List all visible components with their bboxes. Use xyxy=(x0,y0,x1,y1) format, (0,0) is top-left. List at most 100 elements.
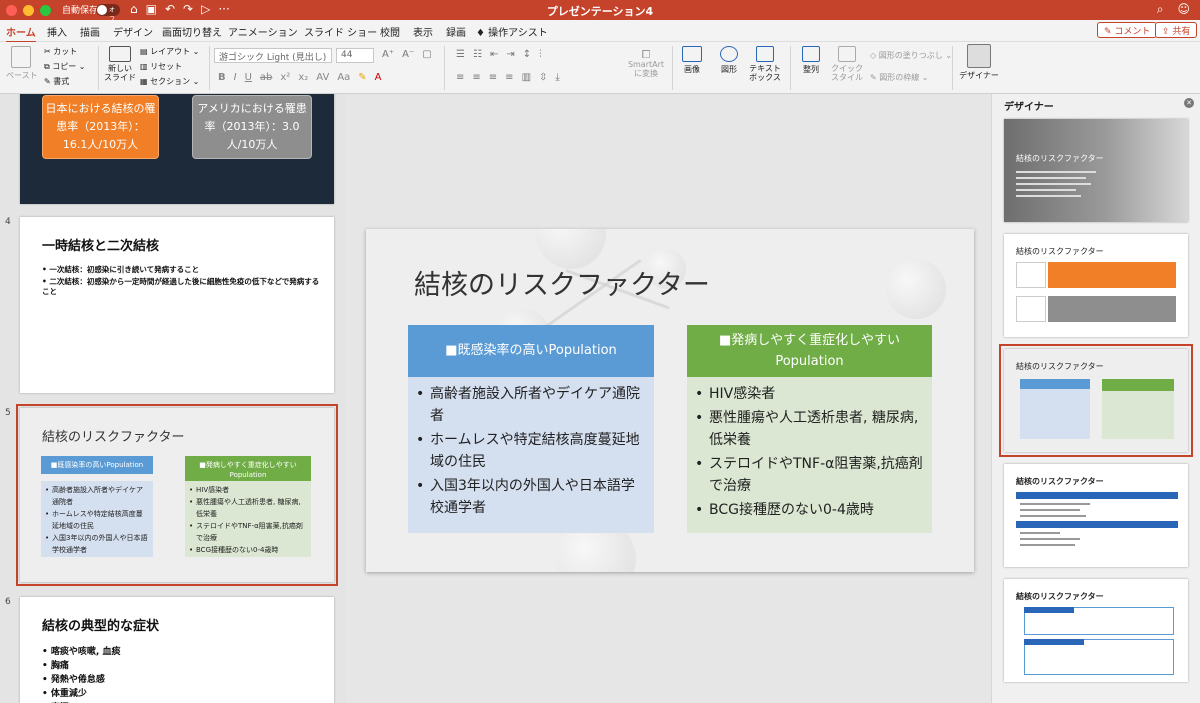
design-option-4[interactable]: 結核のリスクファクター xyxy=(1004,464,1188,567)
slide-bullet: • 胸痛 xyxy=(42,661,69,671)
left-item: ホームレスや特定結核高度蔓延地域の住民 xyxy=(416,429,646,473)
font-name-dropdown[interactable]: 游ゴシック Light (見出し) xyxy=(214,48,332,63)
tab-review[interactable]: 校閲 xyxy=(380,24,400,39)
design-card-title: 結核のリスクファクター xyxy=(1016,477,1104,486)
shape-button[interactable]: 図形 xyxy=(712,46,746,75)
designer-pane[interactable]: デザイナー ✕ 結核のリスクファクター 結核のリスクファクター 結核のリスクファ… xyxy=(991,94,1200,703)
designer-icon xyxy=(967,44,991,68)
right-item: ステロイドやTNF-α阻害薬,抗癌剤で治療 xyxy=(695,453,924,497)
design-card-title: 結核のリスクファクター xyxy=(1016,362,1104,371)
pen-icon: ✎ xyxy=(870,73,880,82)
start-slideshow-icon[interactable]: ▷ xyxy=(201,2,210,16)
left-item: 高齢者施設入所者やデイケア通院者 xyxy=(416,383,646,427)
picture-icon xyxy=(682,46,702,62)
left-column-body[interactable]: 高齢者施設入所者やデイケア通院者 ホームレスや特定結核高度蔓延地域の住民 入国3… xyxy=(408,377,654,533)
section-button[interactable]: ▦ セクション ⌄ xyxy=(140,76,199,87)
designer-title: デザイナー xyxy=(1004,102,1054,113)
new-slide-button[interactable]: 新しい スライド xyxy=(104,46,136,82)
slide-thumbnail-4[interactable]: 一時結核と二次結核 • 一次結核：初感染に引き続いて発病すること • 二次結核：… xyxy=(20,217,334,393)
picture-button[interactable]: 画像 xyxy=(678,46,706,75)
tab-slideshow[interactable]: スライド ショー xyxy=(304,24,377,39)
designer-button[interactable]: デザイナー xyxy=(958,44,1000,81)
slide-title: 一時結核と二次結核 xyxy=(42,239,160,254)
left-item: 入国3年以内の外国人や日本語学校通学者 xyxy=(416,475,646,519)
brush-icon: ✎ xyxy=(44,77,54,86)
tab-record[interactable]: 録画 xyxy=(446,24,466,39)
tab-insert[interactable]: 挿入 xyxy=(47,24,67,39)
save-icon[interactable]: ▣ xyxy=(146,2,157,16)
slide-number: 4 xyxy=(5,217,11,227)
quick-style-button[interactable]: クイック スタイル xyxy=(830,46,864,82)
font-size-controls[interactable]: A⁺ A⁻ ▢ xyxy=(382,49,432,60)
paint-bucket-icon: ◇ xyxy=(870,51,879,60)
design-option-1[interactable]: 結核のリスクファクター xyxy=(1004,119,1188,222)
copy-button[interactable]: ⧉ コピー ⌄ xyxy=(44,61,86,72)
slide-bullet: • 体重減少 xyxy=(42,689,87,699)
new-slide-icon xyxy=(109,46,131,62)
shape-fill-button[interactable]: ◇ 図形の塗りつぶし ⌄ xyxy=(870,50,952,61)
font-size-dropdown[interactable]: 44 xyxy=(336,48,374,63)
shape-outline-button[interactable]: ✎ 図形の枠線 ⌄ xyxy=(870,72,929,83)
share-button[interactable]: ⇪ 共有 xyxy=(1155,22,1198,38)
smartart-button[interactable]: ⧠ SmartArt に変換 xyxy=(626,49,666,78)
layout-button[interactable]: ▤ レイアウト ⌄ xyxy=(140,46,199,57)
font-format-buttons[interactable]: B I Uab x² x₂ AV Aa ✎ A xyxy=(218,72,382,83)
design-option-3-selected[interactable]: 結核のリスクファクター xyxy=(999,344,1193,457)
clipboard-icon xyxy=(11,46,31,68)
right-column-header[interactable]: ■発病しやすく重症化しやすいPopulation xyxy=(687,325,932,377)
search-icon[interactable]: ⌕ xyxy=(1157,2,1164,17)
slide-bullet: • 発熱や倦怠感 xyxy=(42,675,105,685)
slide-canvas[interactable]: 結核のリスクファクター ■既感染率の高いPopulation 高齢者施設入所者や… xyxy=(366,229,974,572)
quick-style-icon xyxy=(838,46,856,62)
slide-number: 5 xyxy=(5,408,11,418)
close-icon[interactable]: ✕ xyxy=(1184,98,1194,108)
paste-button[interactable]: ペースト xyxy=(6,46,38,81)
redo-icon[interactable]: ↷ xyxy=(183,2,193,16)
tab-home[interactable]: ホーム xyxy=(6,24,36,43)
paragraph-controls[interactable]: ☰ ☷ ⇤ ⇥ ↕ ⫶ xyxy=(456,49,542,60)
slide-title[interactable]: 結核のリスクファクター xyxy=(414,263,710,302)
design-card-title: 結核のリスクファクター xyxy=(1016,592,1104,601)
design-option-5[interactable]: 結核のリスクファクター xyxy=(1004,579,1188,682)
textbox-button[interactable]: テキスト ボックス xyxy=(748,46,782,82)
autosave-label: 自動保存 xyxy=(62,6,99,16)
slide-thumbnail-3[interactable]: 日本における結核の罹患率（2013年）：16.1人/10万人 アメリカにおける罹… xyxy=(20,94,334,204)
tab-design[interactable]: デザイン xyxy=(113,24,153,39)
mini-left-header: ■既感染率の高いPopulation xyxy=(41,456,153,474)
shapes-icon xyxy=(720,46,738,62)
right-item: HIV感染者 xyxy=(695,383,924,405)
tab-transitions[interactable]: 画面切り替え xyxy=(162,24,222,39)
usa-incidence-box: アメリカにおける罹患率（2013年）：3.0人/10万人 xyxy=(192,95,312,159)
design-option-2[interactable]: 結核のリスクファクター xyxy=(1004,234,1188,337)
slide-title: 結核の典型的な症状 xyxy=(42,619,160,634)
window-controls[interactable] xyxy=(6,5,51,16)
tab-draw[interactable]: 描画 xyxy=(80,24,100,39)
mini-right-header: ■発病しやすく重症化しやすいPopulation xyxy=(185,456,311,484)
undo-icon[interactable]: ↶ xyxy=(165,2,175,16)
format-painter-button[interactable]: ✎ 書式 xyxy=(44,76,69,87)
right-column-body[interactable]: HIV感染者 悪性腫瘍や人工透析患者, 糖尿病, 低栄養 ステロイドやTNF-α… xyxy=(687,377,932,533)
reset-button[interactable]: ▥ リセット xyxy=(140,61,182,72)
design-card-title: 結核のリスクファクター xyxy=(1016,247,1104,256)
slide-thumbnail-5-selected[interactable]: 結核のリスクファクター ■既感染率の高いPopulation 高齢者施設入所者や… xyxy=(16,404,338,586)
lightbulb-icon: ♦ xyxy=(476,28,489,39)
section-icon: ▦ xyxy=(140,77,151,86)
tab-view[interactable]: 表示 xyxy=(413,24,433,39)
autosave-toggle[interactable]: オフ xyxy=(96,4,120,23)
scissors-icon: ✂ xyxy=(44,47,54,56)
arrange-button[interactable]: 整列 xyxy=(796,46,826,75)
ribbon-tabs: ホーム 挿入 描画 デザイン 画面切り替え アニメーション スライド ショー 校… xyxy=(0,20,1200,43)
home-icon[interactable]: ⌂ xyxy=(130,2,138,16)
alignment-controls[interactable]: ≡ ≡ ≡ ≡ ▥ ⇳ ⤓ xyxy=(456,72,560,83)
tell-me-tab[interactable]: ♦ 操作アシスト xyxy=(476,24,548,39)
left-column-header[interactable]: ■既感染率の高いPopulation xyxy=(408,325,654,377)
mini-right-body: HIV感染者悪性腫瘍や人工透析患者, 糖尿病, 低栄養ステロイドやTNF-α阻害… xyxy=(185,481,311,557)
cut-button[interactable]: ✂ カット xyxy=(44,46,77,57)
comment-button[interactable]: ✎ コメント xyxy=(1097,22,1158,38)
slide-thumbnail-pane[interactable]: 日本における結核の罹患率（2013年）：16.1人/10万人 アメリカにおける罹… xyxy=(0,94,346,703)
account-icon[interactable]: ☺ xyxy=(1177,2,1190,17)
more-icon[interactable]: ··· xyxy=(218,2,229,16)
tab-animations[interactable]: アニメーション xyxy=(228,24,298,39)
mini-left-body: 高齢者施設入所者やデイケア通院者ホームレスや特定結核高度蔓延地域の住民入国3年以… xyxy=(41,481,153,557)
slide-thumbnail-6[interactable]: 結核の典型的な症状 • 喀痰や咳嗽, 血痰 • 胸痛 • 発熱や倦怠感 • 体重… xyxy=(20,597,334,703)
